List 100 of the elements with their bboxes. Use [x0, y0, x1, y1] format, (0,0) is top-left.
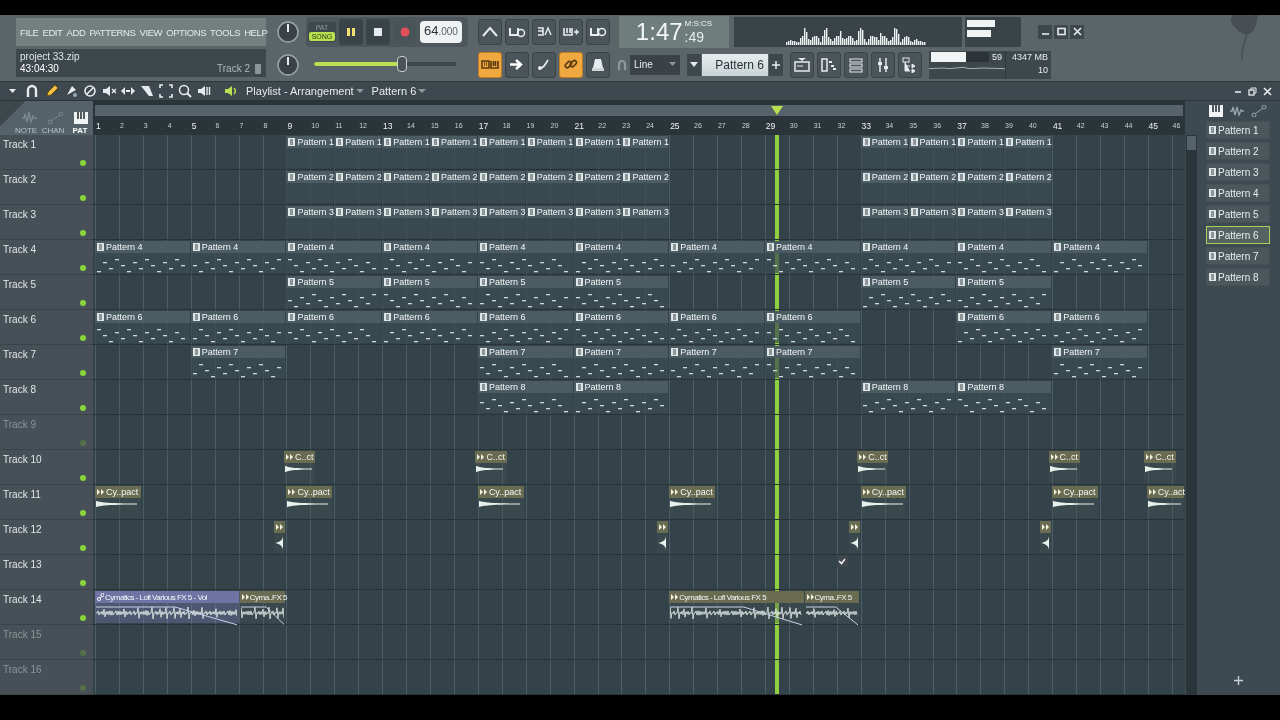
pattern-item[interactable]: Pattern 1 — [1206, 121, 1270, 139]
track-name[interactable]: Track 6 — [3, 314, 36, 325]
pattern-clip[interactable]: Pattern 1 — [334, 136, 382, 168]
audio-clip[interactable]: Cy..pact — [669, 486, 715, 518]
pattern-clip[interactable]: Pattern 6 — [95, 311, 190, 343]
pattern-clip[interactable]: Pattern 2 — [621, 171, 669, 203]
pattern-clip[interactable]: Pattern 1 — [908, 136, 956, 168]
pattern-clip[interactable]: Pattern 1 — [525, 136, 573, 168]
menu-item[interactable]: OPTIONS — [165, 26, 208, 38]
pattern-clip[interactable]: Pattern 4 — [382, 241, 477, 273]
pattern-clip[interactable]: Pattern 1 — [621, 136, 669, 168]
audio-clip[interactable]: C..ct — [1048, 451, 1080, 483]
pattern-clip[interactable]: Pattern 3 — [382, 206, 429, 238]
pattern-clip[interactable]: Pattern 7 — [573, 346, 669, 378]
pattern-clip[interactable]: Pattern 8 — [860, 381, 956, 413]
pattern-clip[interactable]: Pattern 3 — [860, 206, 908, 238]
pattern-clip[interactable]: Pattern 4 — [477, 241, 573, 273]
pattern-item[interactable]: Pattern 3 — [1206, 163, 1270, 181]
pattern-name[interactable]: Pattern 6 — [371, 85, 417, 97]
pattern-clip[interactable]: Pattern 3 — [430, 206, 477, 238]
track-name[interactable]: Track 3 — [3, 209, 36, 220]
audio-clip[interactable]: Cy..pact — [477, 486, 524, 518]
pattern-item[interactable]: Pattern 4 — [1206, 184, 1270, 202]
pattern-clip[interactable]: Pattern 1 — [382, 136, 429, 168]
pattern-item[interactable]: Pattern 6 — [1206, 226, 1270, 244]
audio-clip[interactable]: C..ct — [857, 451, 889, 483]
pattern-clip[interactable]: Pattern 2 — [382, 171, 429, 203]
pattern-clip[interactable]: Pattern 6 — [477, 311, 573, 343]
audio-clip[interactable]: Cy..pact — [1052, 486, 1098, 518]
track-name[interactable]: Track 12 — [3, 524, 42, 535]
pattern-clip[interactable]: Pattern 5 — [573, 276, 669, 308]
pattern-clip[interactable]: Pattern 6 — [669, 311, 765, 343]
snap-dropdown[interactable]: Line — [630, 54, 680, 75]
audio-clip[interactable]: Cy..act — [1146, 486, 1184, 518]
pattern-clip[interactable]: Pattern 5 — [286, 276, 382, 308]
pattern-clip[interactable]: Pattern 7 — [190, 346, 286, 378]
pattern-clip[interactable]: Pattern 7 — [477, 346, 573, 378]
pattern-clip[interactable]: Pattern 4 — [573, 241, 669, 273]
track-name[interactable]: Track 11 — [3, 489, 41, 500]
menu-item[interactable]: ADD — [65, 26, 87, 38]
menu-item[interactable]: PATTERNS — [88, 26, 137, 38]
pattern-clip[interactable]: Pattern 4 — [669, 241, 765, 273]
audio-clip[interactable]: Cymatics - Lofi Various FX 5 - Vol — [95, 591, 239, 623]
pattern-clip[interactable]: Pattern 8 — [956, 381, 1052, 413]
pattern-clip[interactable]: Pattern 2 — [860, 171, 908, 203]
pattern-clip[interactable]: Pattern 6 — [286, 311, 382, 343]
pattern-clip[interactable]: Pattern 2 — [573, 171, 621, 203]
track-name[interactable]: Track 1 — [3, 139, 36, 150]
track-name[interactable]: Track 14 — [3, 594, 42, 605]
pattern-clip[interactable]: Pattern 3 — [1004, 206, 1052, 238]
pattern-clip[interactable]: Pattern 3 — [525, 206, 573, 238]
pattern-item[interactable]: Pattern 5 — [1206, 205, 1270, 223]
audio-clip[interactable]: Cy..pact — [95, 486, 141, 518]
pattern-clip[interactable]: Pattern 4 — [190, 241, 286, 273]
pattern-clip[interactable]: Pattern 5 — [477, 276, 573, 308]
pattern-clip[interactable]: Pattern 4 — [765, 241, 860, 273]
pattern-clip[interactable]: Pattern 5 — [956, 276, 1052, 308]
pattern-clip[interactable]: Pattern 1 — [477, 136, 525, 168]
menu-item[interactable]: TOOLS — [209, 26, 242, 38]
pattern-clip[interactable]: Pattern 6 — [190, 311, 286, 343]
pattern-clip[interactable]: Pattern 3 — [477, 206, 525, 238]
pattern-clip[interactable]: Pattern 7 — [1052, 346, 1147, 378]
pattern-clip[interactable]: Pattern 6 — [956, 311, 1052, 343]
menu-item[interactable]: HELP — [243, 26, 269, 38]
pattern-clip[interactable]: Pattern 3 — [573, 206, 621, 238]
pattern-item[interactable]: Pattern 7 — [1206, 247, 1270, 265]
tempo-field[interactable]: 64.000 — [420, 21, 462, 43]
audio-clip[interactable]: Cyma..FX 5 — [239, 591, 286, 623]
pattern-clip[interactable]: Pattern 2 — [1004, 171, 1052, 203]
pattern-clip[interactable]: Pattern 4 — [1052, 241, 1147, 273]
pattern-clip[interactable]: Pattern 5 — [860, 276, 956, 308]
pattern-clip[interactable]: Pattern 2 — [956, 171, 1004, 203]
pattern-clip[interactable]: Pattern 8 — [477, 381, 573, 413]
pattern-clip[interactable]: Pattern 2 — [477, 171, 525, 203]
pattern-clip[interactable]: Pattern 1 — [860, 136, 908, 168]
pattern-clip[interactable]: Pattern 4 — [95, 241, 190, 273]
audio-clip[interactable]: Cymatics - Lofi Various FX 5 — [669, 591, 804, 623]
pattern-clip[interactable]: Pattern 2 — [334, 171, 382, 203]
pattern-clip[interactable]: Pattern 6 — [382, 311, 477, 343]
pattern-clip[interactable]: Pattern 6 — [765, 311, 860, 343]
pattern-clip[interactable]: Pattern 3 — [621, 206, 669, 238]
audio-clip[interactable]: C..ct — [475, 451, 507, 483]
track-name[interactable]: Track 2 — [3, 174, 36, 185]
pattern-clip[interactable]: Pattern 1 — [286, 136, 334, 168]
view-filter[interactable]: NOTE — [13, 126, 39, 135]
pattern-clip[interactable]: Pattern 2 — [908, 171, 956, 203]
pattern-item[interactable]: Pattern 2 — [1206, 142, 1270, 160]
pattern-clip[interactable]: Pattern 4 — [860, 241, 956, 273]
pattern-clip[interactable]: Pattern 7 — [669, 346, 765, 378]
track-name[interactable]: Track 8 — [3, 384, 36, 395]
pattern-clip[interactable]: Pattern 5 — [382, 276, 477, 308]
pattern-clip[interactable]: Pattern 1 — [1004, 136, 1052, 168]
pattern-item[interactable]: Pattern 8 — [1206, 268, 1270, 286]
pattern-clip[interactable]: Pattern 7 — [765, 346, 860, 378]
audio-clip[interactable]: Cy..pact — [860, 486, 907, 518]
track-name[interactable]: Track 13 — [3, 559, 42, 570]
view-filter[interactable]: CHAN — [40, 126, 66, 135]
menu-item[interactable]: VIEW — [138, 26, 164, 38]
pattern-clip[interactable]: Pattern 4 — [956, 241, 1052, 273]
audio-clip[interactable]: C..ct — [284, 451, 316, 483]
